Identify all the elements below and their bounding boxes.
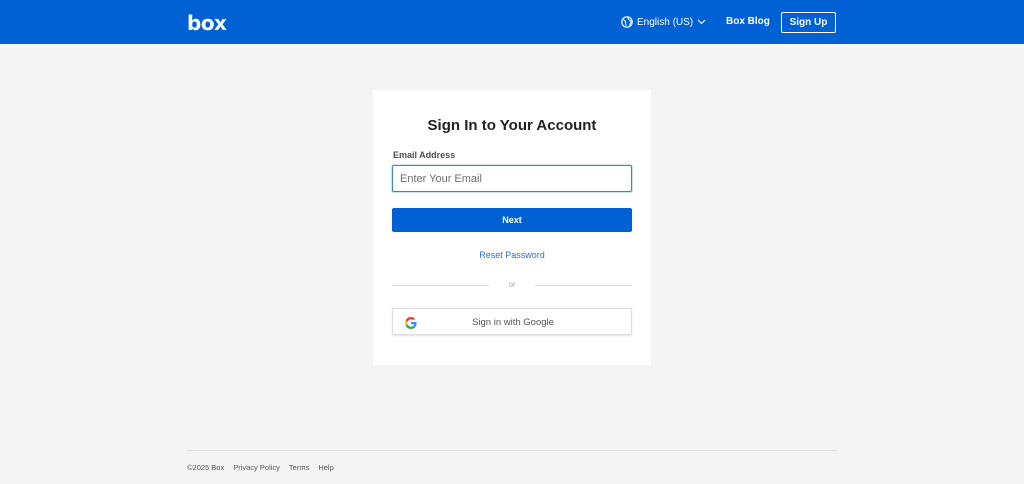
footer: ©2025 Box Privacy Policy Terms Help bbox=[187, 463, 334, 472]
language-selector[interactable]: English (US) bbox=[621, 15, 706, 29]
divider-left bbox=[392, 285, 489, 286]
chevron-down-icon bbox=[697, 19, 706, 25]
globe-icon bbox=[621, 16, 633, 28]
terms-link[interactable]: Terms bbox=[289, 463, 309, 472]
box-logo[interactable]: box bbox=[187, 11, 227, 35]
reset-password-link[interactable]: Reset Password bbox=[373, 250, 651, 260]
next-button[interactable]: Next bbox=[392, 208, 632, 232]
google-sign-in-label: Sign in with Google bbox=[472, 317, 554, 328]
language-label: English (US) bbox=[637, 16, 694, 28]
google-sign-in-button[interactable]: Sign in with Google bbox=[392, 308, 632, 335]
top-navigation-bar: box English (US) Box Blog Sign Up bbox=[0, 0, 1024, 44]
help-link[interactable]: Help bbox=[318, 463, 333, 472]
sign-up-button[interactable]: Sign Up bbox=[781, 12, 836, 33]
divider-right bbox=[535, 285, 632, 286]
box-blog-link[interactable]: Box Blog bbox=[726, 16, 770, 27]
email-input[interactable] bbox=[392, 165, 632, 192]
footer-divider bbox=[187, 450, 837, 451]
or-separator: or bbox=[508, 280, 516, 289]
copyright-text: ©2025 Box bbox=[187, 463, 225, 472]
privacy-policy-link[interactable]: Privacy Policy bbox=[233, 463, 280, 472]
email-label: Email Address bbox=[393, 150, 456, 160]
sign-in-title: Sign In to Your Account bbox=[427, 117, 597, 134]
sign-in-card: Sign In to Your Account Email Address Ne… bbox=[373, 90, 651, 365]
